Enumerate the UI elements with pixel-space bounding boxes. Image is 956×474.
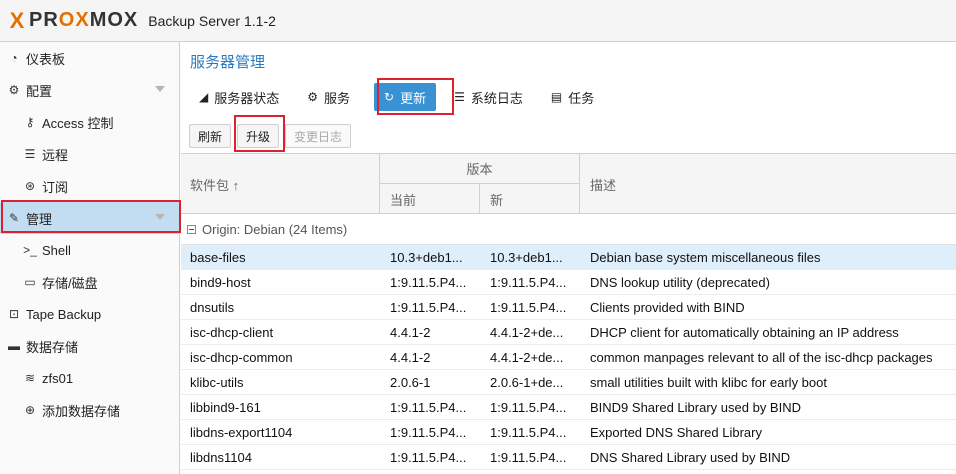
table-row[interactable]: dnsutils 1:9.11.5.P4... 1:9.11.5.P4... C…: [181, 295, 956, 320]
server-icon: ☰: [24, 147, 36, 161]
column-header-description[interactable]: 描述: [580, 154, 956, 214]
sidebar-item-shell[interactable]: >_ Shell: [0, 234, 179, 266]
sidebar-item-datastore[interactable]: ▬ 数据存储: [0, 330, 179, 362]
sidebar-item-tape-backup[interactable]: ⊡ Tape Backup: [0, 298, 179, 330]
wrench-icon: ✎: [8, 211, 20, 225]
terminal-icon: >_: [23, 243, 37, 257]
key-icon: ⚷: [25, 115, 35, 129]
column-header-package[interactable]: 软件包 ↑: [181, 154, 380, 214]
column-header-new[interactable]: 新: [480, 184, 580, 214]
column-header-current[interactable]: 当前: [380, 184, 480, 214]
sidebar-item-dashboard[interactable]: ◔ 仪表板: [0, 42, 179, 74]
sidebar-nav: ◔ 仪表板 ⚙ 配置 ⚷ Access 控制 ☰ 远程 ⊛ 订阅 ✎ 管理 >_…: [0, 42, 181, 474]
table-row[interactable]: bind9-host 1:9.11.5.P4... 1:9.11.5.P4...…: [181, 270, 956, 295]
list-alt-icon: ▤: [550, 90, 563, 104]
archive-icon: ▬: [8, 339, 20, 353]
sidebar-item-add-datastore[interactable]: ⊕ 添加数据存储: [0, 394, 179, 426]
group-header-origin[interactable]: Origin: Debian (24 Items): [181, 215, 956, 245]
plus-circle-icon: ⊕: [24, 403, 36, 417]
gears-icon: ⚙: [8, 83, 20, 97]
tab-updates[interactable]: ↻ 更新: [374, 83, 437, 111]
upgrade-button[interactable]: 升级: [237, 124, 280, 148]
updates-grid: 软件包 ↑ 版本 当前 新 描述 Origin: Debian (24 Item…: [181, 153, 956, 474]
tab-server-status[interactable]: ◢ 服务器状态: [189, 83, 289, 111]
page-title: 服务器管理: [190, 54, 266, 71]
logo-wordmark: PROXMOX: [29, 9, 139, 31]
table-row[interactable]: libdns-export1104 1:9.11.5.P4... 1:9.11.…: [181, 420, 956, 445]
tape-icon: ⊡: [8, 307, 20, 321]
sidebar-item-configuration[interactable]: ⚙ 配置: [0, 74, 179, 106]
grid-body: base-files 10.3+deb1... 10.3+deb1... Deb…: [181, 245, 956, 470]
gears-icon: ⚙: [307, 90, 319, 104]
table-row[interactable]: isc-dhcp-client 4.4.1-2 4.4.1-2+de... DH…: [181, 320, 956, 345]
tab-tasks[interactable]: ▤ 任务: [541, 83, 604, 111]
tab-syslog[interactable]: ☰ 系统日志: [444, 83, 533, 111]
tab-services[interactable]: ⚙ 服务: [297, 83, 360, 111]
proxmox-x-icon: X: [9, 7, 25, 33]
refresh-icon: ↻: [384, 90, 395, 104]
area-chart-icon: ◢: [199, 90, 209, 104]
toolbar: 刷新 升级 变更日志: [181, 120, 956, 152]
table-row[interactable]: isc-dhcp-common 4.4.1-2 4.4.1-2+de... co…: [181, 345, 956, 370]
sidebar-item-storage-disks[interactable]: ▭ 存储/磁盘: [0, 266, 179, 298]
dashboard-icon: ◔: [10, 51, 18, 65]
product-version: Backup Server 1.1-2: [148, 12, 276, 29]
sidebar-item-access-control[interactable]: ⚷ Access 控制: [0, 106, 179, 138]
table-row[interactable]: libbind9-161 1:9.11.5.P4... 1:9.11.5.P4.…: [181, 395, 956, 420]
support-icon: ⊛: [24, 179, 36, 193]
sidebar-item-remotes[interactable]: ☰ 远程: [0, 138, 179, 170]
chevron-down-icon[interactable]: [155, 86, 165, 92]
chevron-down-icon[interactable]: [155, 214, 165, 220]
main-panel: 服务器管理 ◢ 服务器状态 ⚙ 服务 ↻ 更新 ☰ 系统日志 ▤ 任务 刷新 升…: [181, 42, 956, 474]
collapse-icon[interactable]: [187, 225, 196, 234]
table-row[interactable]: base-files 10.3+deb1... 10.3+deb1... Deb…: [181, 245, 956, 270]
proxmox-logo[interactable]: X PROXMOX: [6, 9, 138, 32]
refresh-button[interactable]: 刷新: [189, 124, 232, 148]
top-bar: X PROXMOX Backup Server 1.1-2: [0, 0, 956, 42]
grid-header: 软件包 ↑ 版本 当前 新 描述: [181, 153, 956, 214]
changelog-button[interactable]: 变更日志: [285, 124, 352, 148]
sidebar-item-zfs01[interactable]: ≋ zfs01: [0, 362, 179, 394]
tab-bar: ◢ 服务器状态 ⚙ 服务 ↻ 更新 ☰ 系统日志 ▤ 任务: [181, 80, 956, 114]
column-header-version: 版本: [380, 154, 580, 184]
sidebar-item-administration[interactable]: ✎ 管理: [0, 202, 179, 234]
hdd-icon: ▭: [24, 275, 36, 289]
table-row[interactable]: libdns1104 1:9.11.5.P4... 1:9.11.5.P4...…: [181, 445, 956, 470]
table-row[interactable]: klibc-utils 2.0.6-1 2.0.6-1+de... small …: [181, 370, 956, 395]
database-icon: ≋: [24, 371, 36, 385]
list-icon: ☰: [454, 90, 465, 104]
sidebar-item-subscription[interactable]: ⊛ 订阅: [0, 170, 179, 202]
